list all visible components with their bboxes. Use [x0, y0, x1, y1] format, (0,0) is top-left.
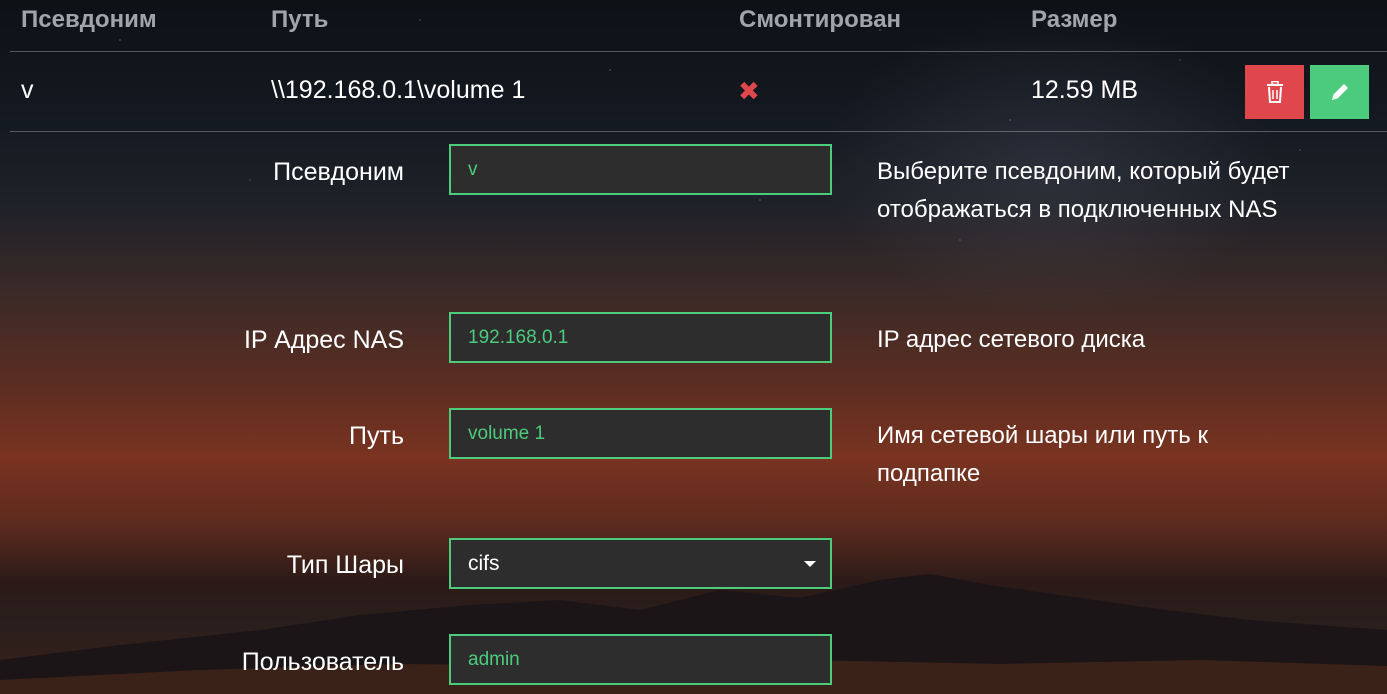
table-row: v \\192.168.0.1\volume 1 ✖ 12.59 MB — [10, 52, 1387, 132]
ip-input[interactable] — [449, 312, 832, 363]
not-mounted-icon: ✖ — [738, 76, 760, 106]
header-path: Путь — [271, 6, 329, 33]
row-path: \\192.168.0.1\volume 1 — [271, 76, 526, 104]
user-input[interactable] — [449, 634, 832, 685]
chevron-down-icon — [804, 561, 816, 567]
row-alias: v — [21, 76, 34, 104]
alias-help: Выберите псевдоним, который будет отобра… — [877, 158, 1290, 223]
share-type-label: Тип Шары — [286, 551, 404, 579]
path-help: Имя сетевой шары или путь к подпапке — [877, 422, 1208, 487]
edit-button[interactable] — [1310, 65, 1369, 119]
row-size: 12.59 MB — [1031, 76, 1139, 104]
pencil-icon — [1331, 84, 1348, 100]
path-label: Путь — [349, 422, 404, 450]
ip-help: IP адрес сетевого диска — [877, 326, 1146, 353]
alias-input[interactable] — [449, 144, 832, 195]
user-label: Пользователь — [241, 648, 404, 676]
alias-label: Псевдоним — [273, 158, 404, 186]
share-type-select[interactable]: cifs — [449, 538, 832, 589]
ip-label: IP Адрес NAS — [243, 326, 404, 354]
share-type-value: cifs — [468, 552, 500, 575]
header-mounted: Смонтирован — [739, 6, 902, 33]
path-input[interactable] — [449, 408, 832, 459]
delete-button[interactable] — [1245, 65, 1304, 119]
table-header: Псевдоним Путь Смонтирован Размер — [10, 0, 1387, 52]
header-alias: Псевдоним — [21, 6, 157, 33]
trash-icon — [1266, 81, 1283, 103]
header-size: Размер — [1031, 6, 1118, 33]
